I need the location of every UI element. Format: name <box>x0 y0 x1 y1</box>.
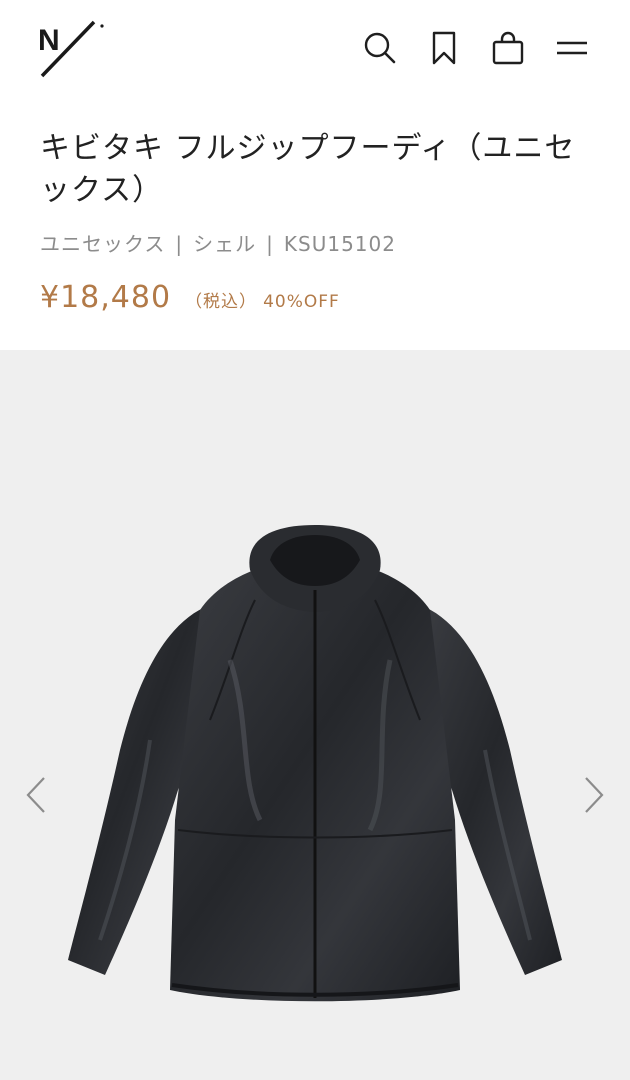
product-price: ¥18,480 <box>40 280 172 315</box>
svg-text:N: N <box>38 24 60 57</box>
shopping-bag-icon[interactable] <box>490 30 526 66</box>
meta-separator: | <box>175 232 184 256</box>
chevron-right-icon[interactable] <box>574 770 614 820</box>
product-title: キビタキ フルジップフーディ（ユニセックス） <box>40 131 576 208</box>
menu-icon[interactable] <box>554 30 590 66</box>
product-gender: ユニセックス <box>40 232 166 256</box>
brand-logo[interactable]: N <box>38 18 108 80</box>
tax-note: （税込） <box>185 292 258 312</box>
chevron-left-icon[interactable] <box>16 770 56 820</box>
search-icon[interactable] <box>362 30 398 66</box>
meta-separator: | <box>266 232 274 256</box>
product-gallery[interactable] <box>0 350 630 1080</box>
product-code: KSU15102 <box>283 232 396 256</box>
discount-label: 40%OFF <box>263 292 340 312</box>
site-header: N <box>0 0 630 100</box>
price-row: ¥18,480 （税込） 40%OFF <box>40 280 340 320</box>
product-page: N キビタキ フルジップフーディ（ユニセックス） ユニセックス | シェル | … <box>0 0 630 1080</box>
product-category: シェル <box>193 232 257 256</box>
product-meta: ユニセックス | シェル | KSU15102 <box>40 230 396 258</box>
product-image <box>60 520 570 1060</box>
bookmark-icon[interactable] <box>426 30 462 66</box>
